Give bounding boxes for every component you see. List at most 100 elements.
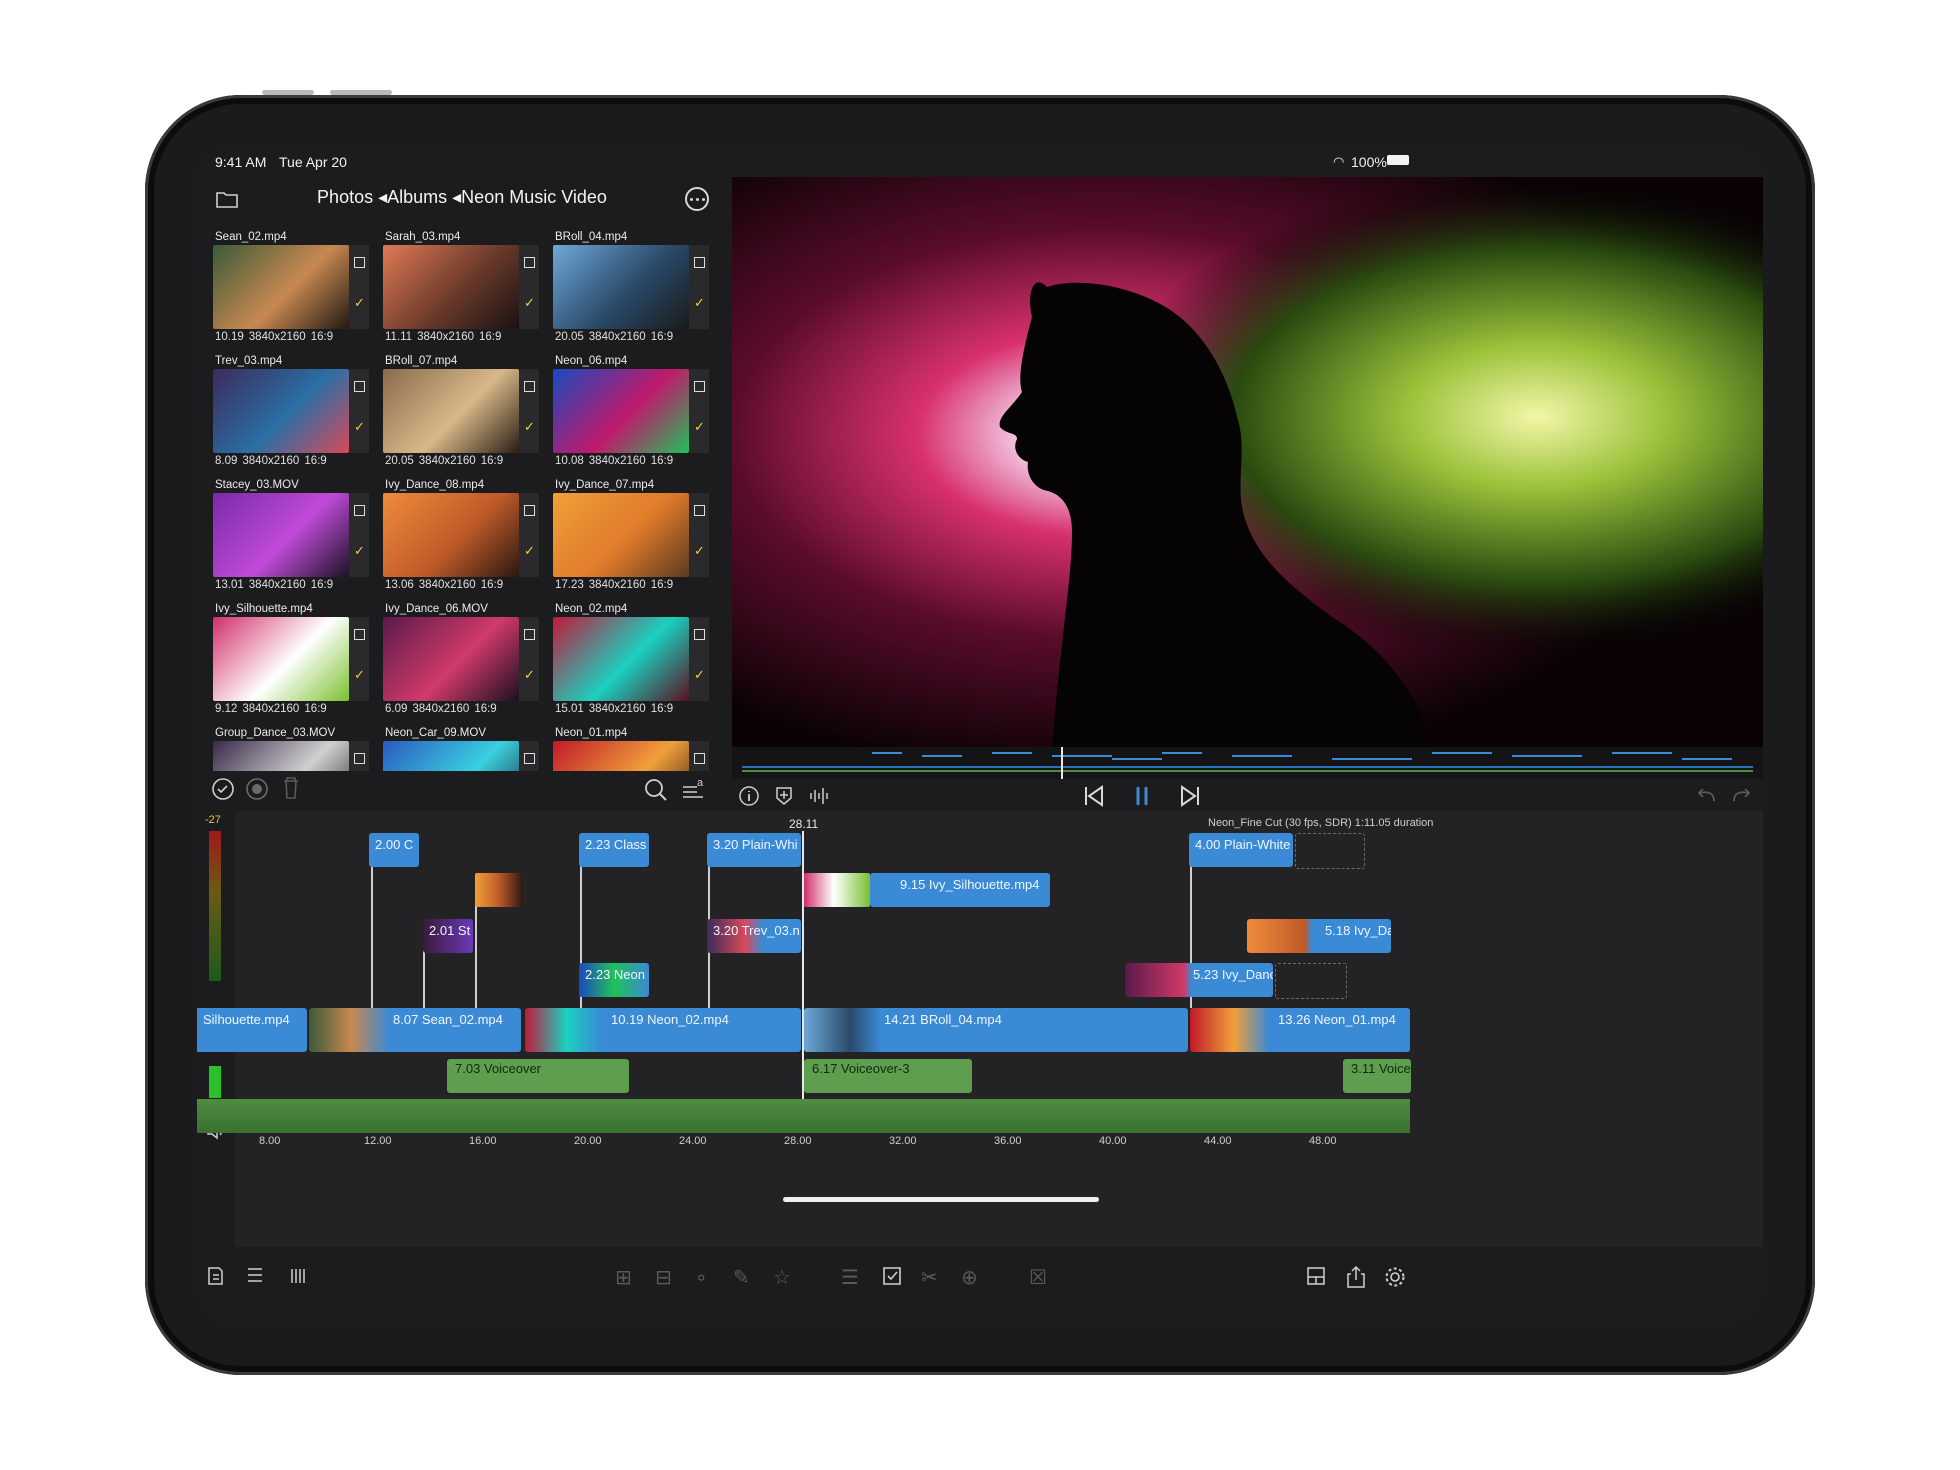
favorite-flag-icon[interactable] [354, 257, 365, 268]
favorite-flag-icon[interactable] [354, 629, 365, 640]
pause-icon[interactable] [1132, 783, 1152, 809]
clip-tile[interactable]: Sarah_03.mp4 ✓ 11.11 3840x2160 16:9 [383, 231, 543, 353]
link-icon[interactable]: ∘ [695, 1265, 708, 1290]
clip-tile[interactable]: Trev_03.mp4 ✓ 8.09 3840x2160 16:9 [213, 355, 373, 477]
connected-clip[interactable]: 9.15 Ivy_Silhouette.mp4 [870, 873, 1050, 907]
primary-clip[interactable]: 14.21 BRoll_04.mp4 [804, 1008, 1188, 1052]
search-icon[interactable] [643, 777, 669, 803]
pencil-icon[interactable]: ✎ [733, 1265, 750, 1290]
clip-tile[interactable]: BRoll_04.mp4 ✓ 20.05 3840x2160 16:9 [553, 231, 713, 353]
list-icon[interactable] [245, 1265, 265, 1287]
scissors-icon[interactable]: ✂ [921, 1265, 938, 1290]
clip-thumbnail[interactable] [213, 369, 349, 453]
filmstrip-icon[interactable] [289, 1265, 309, 1287]
clip-tile[interactable]: Sean_02.mp4 ✓ 10.19 3840x2160 16:9 [213, 231, 373, 353]
clip-thumbnail[interactable] [213, 245, 349, 329]
home-indicator[interactable] [783, 1197, 1099, 1202]
add-icon[interactable]: ⊕ [961, 1265, 978, 1290]
favorite-flag-icon[interactable] [694, 381, 705, 392]
clip-thumbnail[interactable] [383, 493, 519, 577]
import-icon[interactable] [205, 1265, 225, 1287]
overwrite-icon[interactable]: ⊟ [655, 1265, 672, 1290]
connected-clip[interactable]: 2.23 Neon [579, 963, 649, 997]
connected-clip[interactable]: 3.20 Trev_03.n [707, 919, 801, 953]
connected-clip-thumb[interactable] [804, 873, 870, 907]
skip-back-icon[interactable] [1082, 783, 1106, 809]
clip-tile[interactable]: BRoll_07.mp4 ✓ 20.05 3840x2160 16:9 [383, 355, 543, 477]
more-options-button[interactable] [685, 187, 709, 211]
clip-thumbnail[interactable] [383, 741, 519, 771]
clip-thumbnail[interactable] [213, 617, 349, 701]
clip-tile[interactable]: Ivy_Dance_06.MOV ✓ 6.09 3840x2160 16:9 [383, 603, 543, 725]
clip-tile[interactable]: Neon_02.mp4 ✓ 15.01 3840x2160 16:9 [553, 603, 713, 725]
favorite-flag-icon[interactable] [354, 505, 365, 516]
clip-tile[interactable]: Neon_01.mp4 [553, 727, 713, 771]
clip-thumbnail[interactable] [383, 245, 519, 329]
clip-tile[interactable]: Group_Dance_03.MOV [213, 727, 373, 771]
favorite-flag-icon[interactable] [354, 381, 365, 392]
video-viewer[interactable] [732, 177, 1763, 747]
title-clip[interactable]: 2.23 Class [579, 833, 649, 867]
music-track[interactable] [197, 1099, 1410, 1133]
audio-clip[interactable]: 7.03 Voiceover [447, 1059, 629, 1093]
placeholder-clip[interactable] [1295, 833, 1365, 869]
primary-clip[interactable]: 13.26 Neon_01.mp4 [1190, 1008, 1410, 1052]
trash-icon[interactable] [281, 775, 301, 801]
connected-clip[interactable]: 5.18 Ivy_Danc [1247, 919, 1391, 953]
sort-icon[interactable]: a [681, 775, 707, 801]
share-icon[interactable] [1345, 1265, 1367, 1289]
favorite-flag-icon[interactable] [694, 505, 705, 516]
clip-thumbnail[interactable] [553, 245, 689, 329]
time-ruler[interactable]: 8.00 12.00 16.00 20.00 24.00 28.00 32.00 36.00 4… [197, 1131, 1410, 1155]
reject-circle-icon[interactable] [245, 777, 269, 801]
clip-thumbnail[interactable] [553, 369, 689, 453]
clip-tile[interactable]: Ivy_Silhouette.mp4 ✓ 9.12 3840x2160 16:9 [213, 603, 373, 725]
clip-tile[interactable]: Neon_06.mp4 ✓ 10.08 3840x2160 16:9 [553, 355, 713, 477]
connected-clip[interactable]: 2.01 St [423, 919, 473, 953]
favorite-flag-icon[interactable] [524, 505, 535, 516]
viewer-scrubber[interactable] [732, 747, 1763, 779]
favorite-flag-icon[interactable] [524, 753, 535, 764]
clip-tile[interactable]: Ivy_Dance_08.mp4 ✓ 13.06 3840x2160 16:9 [383, 479, 543, 601]
favorite-flag-icon[interactable] [354, 753, 365, 764]
delete-icon[interactable]: ☒ [1029, 1265, 1047, 1290]
skip-forward-icon[interactable] [1178, 783, 1202, 809]
audio-waveform-icon[interactable] [808, 785, 830, 807]
append-icon[interactable]: ⊞ [615, 1265, 632, 1290]
clip-thumbnail[interactable] [383, 617, 519, 701]
connected-clip-thumb[interactable] [475, 873, 523, 907]
audio-clip[interactable]: 6.17 Voiceover-3 [804, 1059, 972, 1093]
clip-thumbnail[interactable] [553, 617, 689, 701]
clip-tile[interactable]: Ivy_Dance_07.mp4 ✓ 17.23 3840x2160 16:9 [553, 479, 713, 601]
redo-icon[interactable] [1730, 785, 1754, 805]
info-icon[interactable] [738, 785, 760, 807]
timeline[interactable]: -27 28.11 Neon_Fine Cut (30 fps, SDR) 1:… [197, 811, 1763, 1247]
favorite-flag-icon[interactable] [524, 381, 535, 392]
primary-clip[interactable]: Silhouette.mp4 [197, 1008, 307, 1052]
favorite-flag-icon[interactable] [694, 257, 705, 268]
clip-tile[interactable]: Stacey_03.MOV ✓ 13.01 3840x2160 16:9 [213, 479, 373, 601]
breadcrumb[interactable]: Photos ◂Albums ◂Neon Music Video [197, 187, 727, 208]
favorite-flag-icon[interactable] [694, 629, 705, 640]
undo-icon[interactable] [1694, 785, 1718, 805]
title-clip[interactable]: 3.20 Plain-Whi [707, 833, 801, 867]
clip-thumbnail[interactable] [213, 741, 349, 771]
select-icon[interactable] [881, 1265, 903, 1287]
settings-gear-icon[interactable] [1383, 1265, 1407, 1289]
checkmark-circle-icon[interactable] [211, 777, 235, 801]
connected-clip[interactable]: 5.23 Ivy_Danc [1125, 963, 1273, 997]
clip-tile[interactable]: Neon_Car_09.MOV [383, 727, 543, 771]
favorite-flag-icon[interactable] [524, 629, 535, 640]
clip-thumbnail[interactable] [553, 493, 689, 577]
title-clip[interactable]: 2.00 C [369, 833, 419, 867]
clipboard-icon[interactable]: ☰ [841, 1265, 859, 1290]
clip-thumbnail[interactable] [213, 493, 349, 577]
clip-thumbnail[interactable] [553, 741, 689, 771]
clip-thumbnail[interactable] [383, 369, 519, 453]
favorite-flag-icon[interactable] [694, 753, 705, 764]
favorite-icon[interactable]: ☆ [773, 1265, 791, 1290]
marker-icon[interactable] [774, 785, 794, 807]
primary-clip[interactable]: 8.07 Sean_02.mp4 [309, 1008, 521, 1052]
audio-clip[interactable]: 3.11 Voice [1343, 1059, 1411, 1093]
primary-clip[interactable]: 10.19 Neon_02.mp4 [525, 1008, 801, 1052]
